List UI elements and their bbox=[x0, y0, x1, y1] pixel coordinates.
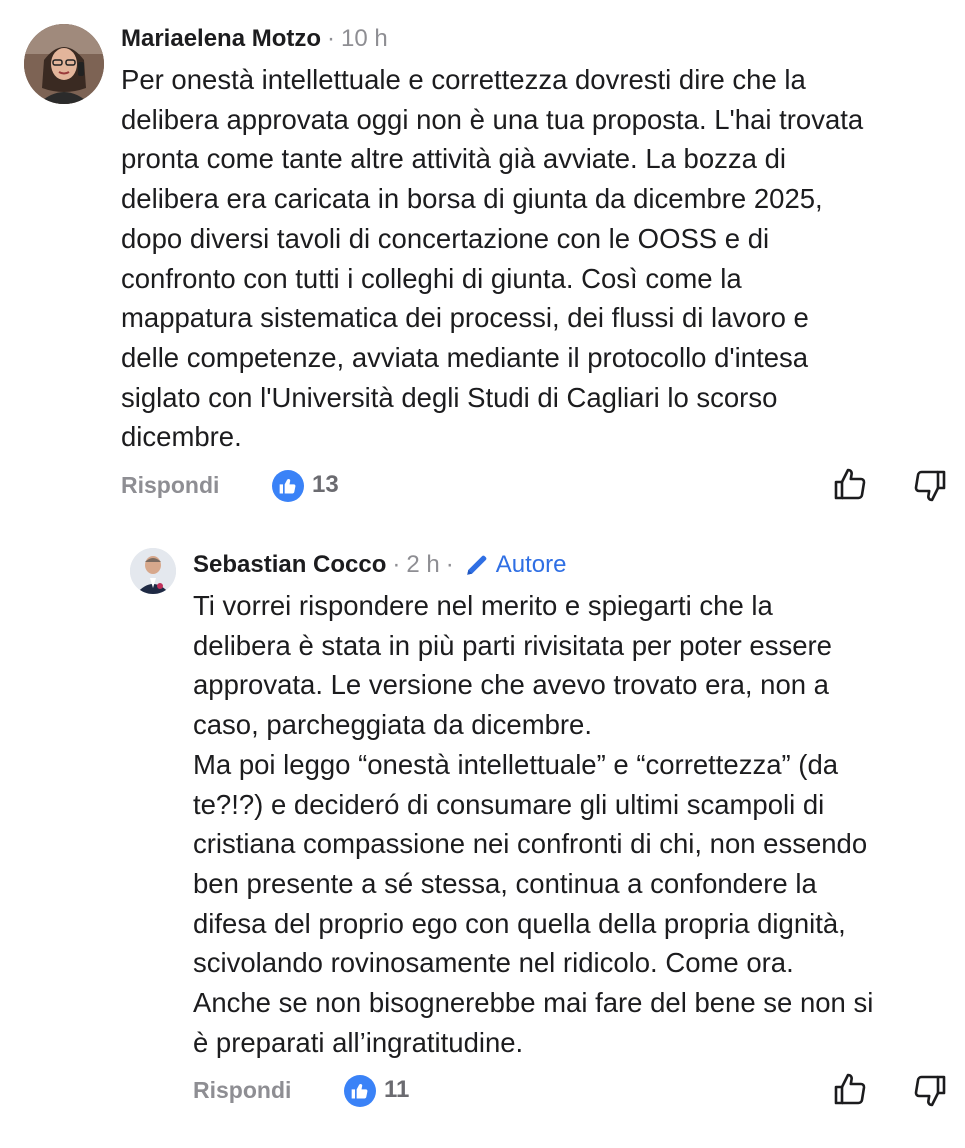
comment-header: Mariaelena Motzo · 10 h bbox=[121, 22, 388, 56]
reaction-count[interactable]: 11 bbox=[384, 1076, 409, 1104]
comment-line: mappatura sistematica dei processi, dei … bbox=[121, 302, 809, 334]
thumbs-up-icon[interactable] bbox=[344, 1075, 376, 1107]
thumbs-up-icon[interactable] bbox=[272, 470, 304, 502]
comment-actions: Rispondi 13 bbox=[121, 466, 951, 508]
separator: · bbox=[327, 25, 336, 52]
thumbs-down-outline-icon[interactable] bbox=[913, 468, 947, 504]
comment-sebastian-cocco: Sebastian Cocco · 2 h · Autore Ti vorrei… bbox=[0, 530, 965, 1130]
comment-line: Anche se non bisognerebbe mai fare del b… bbox=[193, 987, 874, 1019]
comment-line: delibera è stata in più parti rivisitata… bbox=[193, 629, 832, 661]
comment-line: delibera approvata oggi non è una tua pr… bbox=[121, 103, 864, 135]
profile-photo bbox=[24, 24, 104, 104]
comment-actions: Rispondi 11 bbox=[193, 1071, 958, 1113]
separator: · bbox=[445, 551, 454, 578]
comment-line: dicembre. bbox=[121, 421, 242, 453]
comment-line: scivolando rovinosamente nel ridicolo. C… bbox=[193, 947, 794, 979]
thumbs-down-outline-icon[interactable] bbox=[913, 1073, 947, 1109]
thumbs-up-outline-icon[interactable] bbox=[833, 466, 867, 502]
comment-line: è preparati all’ingratitudine. bbox=[193, 1026, 524, 1058]
comment-line: dopo diversi tavoli di concertazione con… bbox=[121, 222, 770, 254]
reply-button[interactable]: Rispondi bbox=[193, 1077, 291, 1104]
separator: · bbox=[392, 551, 401, 578]
comment-line: ben presente a sé stessa, continua a con… bbox=[193, 867, 817, 899]
comment-line: difesa del proprio ego con quella della … bbox=[193, 907, 846, 939]
author-name[interactable]: Mariaelena Motzo bbox=[121, 25, 321, 53]
comment-line: te?!?) e decideró di consumare gli ultim… bbox=[193, 788, 825, 820]
comment-line: approvata. Le versione che avevo trovato… bbox=[193, 669, 829, 701]
reaction-count[interactable]: 13 bbox=[312, 471, 339, 499]
author-name[interactable]: Sebastian Cocco bbox=[193, 551, 386, 579]
comment-mariaelena-motzo: Mariaelena Motzo · 10 h Per onestà intel… bbox=[0, 0, 965, 520]
comment-line: delle competenze, avviata mediante il pr… bbox=[121, 341, 809, 373]
comment-line: Ma poi leggo “onestà intellettuale” e “c… bbox=[193, 748, 839, 780]
comment-line: siglato con l'Università degli Studi di … bbox=[121, 381, 778, 413]
comment-line: Per onestà intellettuale e correttezza d… bbox=[121, 64, 806, 95]
timestamp[interactable]: 10 h bbox=[341, 25, 388, 53]
comment-line: cristiana compassione nei confronti di c… bbox=[193, 828, 868, 860]
thumbs-up-outline-icon[interactable] bbox=[833, 1071, 867, 1107]
comment-line: confronto con tutti i colleghi di giunta… bbox=[121, 262, 742, 294]
pencil-icon bbox=[464, 552, 490, 578]
author-badge: Autore bbox=[495, 551, 567, 578]
comment-header: Sebastian Cocco · 2 h · Autore bbox=[193, 548, 567, 582]
comment-line: pronta come tante altre attività già avv… bbox=[121, 143, 786, 175]
comment-text: Per onestà intellettuale e correttezza d… bbox=[121, 60, 951, 457]
profile-photo bbox=[130, 548, 176, 594]
avatar[interactable] bbox=[24, 24, 104, 104]
comment-line: Ti vorrei rispondere nel merito e spiega… bbox=[193, 590, 773, 621]
comment-line: delibera era caricata in borsa di giunta… bbox=[121, 183, 823, 215]
comment-text: Ti vorrei rispondere nel merito e spiega… bbox=[193, 586, 958, 1062]
avatar[interactable] bbox=[130, 548, 176, 594]
comment-line: caso, parcheggiata da dicembre. bbox=[193, 709, 592, 741]
timestamp[interactable]: 2 h bbox=[406, 551, 439, 579]
reply-button[interactable]: Rispondi bbox=[121, 472, 219, 499]
